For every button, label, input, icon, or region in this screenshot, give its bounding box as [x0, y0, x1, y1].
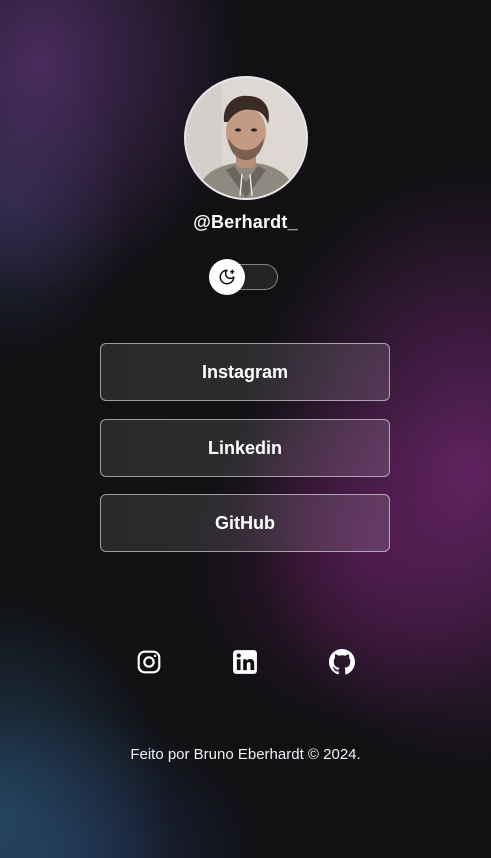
- github-link-label: GitHub: [215, 512, 275, 533]
- github-link-button[interactable]: GitHub: [100, 494, 390, 552]
- footer-credit: Feito por Bruno Eberhardt © 2024.: [130, 746, 361, 763]
- instagram-link-label: Instagram: [201, 361, 289, 382]
- instagram-link-button[interactable]: Instagram: [100, 343, 390, 401]
- linkedin-link-label: Linkedin: [207, 437, 282, 458]
- username: @Berhardt_: [193, 212, 298, 232]
- moon-stars-icon: [219, 269, 235, 285]
- theme-toggle[interactable]: [209, 259, 278, 295]
- toggle-knob: [209, 259, 245, 295]
- avatar: [184, 76, 308, 200]
- profile-photo: [186, 78, 306, 198]
- instagram-icon[interactable]: [136, 649, 162, 675]
- github-icon[interactable]: [329, 649, 355, 675]
- linkedin-link-button[interactable]: Linkedin: [100, 419, 390, 477]
- linkedin-icon[interactable]: [232, 649, 258, 675]
